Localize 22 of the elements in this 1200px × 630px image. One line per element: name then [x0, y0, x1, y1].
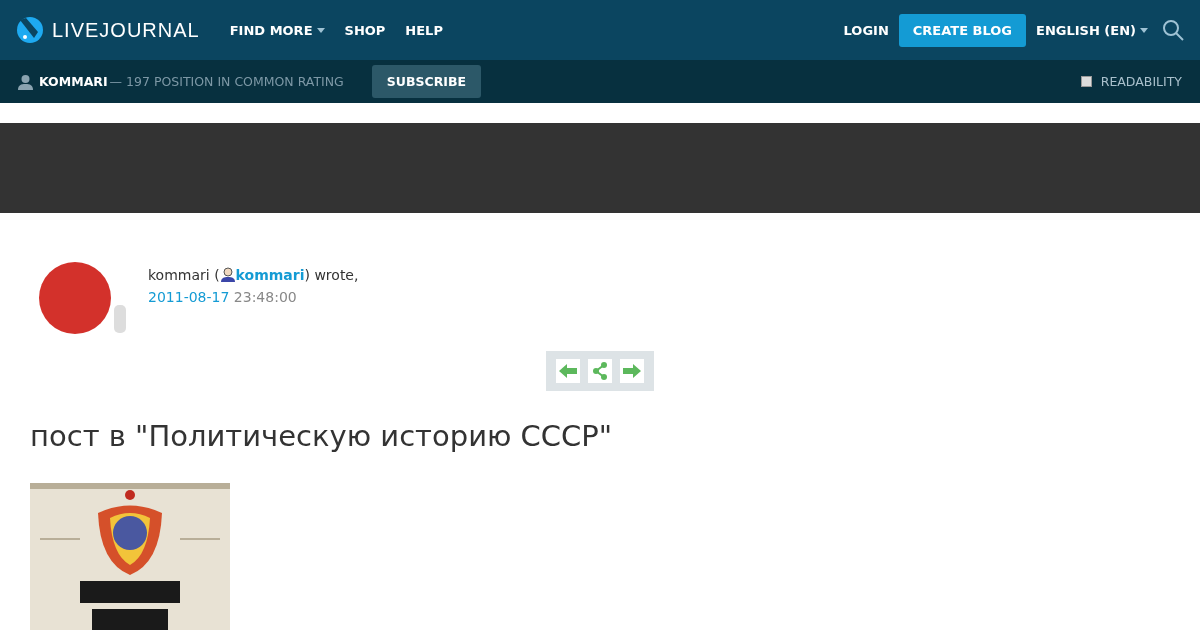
- post-title: пост в "Политическую историю СССР": [30, 419, 614, 453]
- logo-text[interactable]: LIVEJOURNAL: [52, 18, 200, 42]
- search-icon[interactable]: [1162, 19, 1184, 41]
- readability-label[interactable]: READABILITY: [1100, 74, 1182, 89]
- caret-icon: [1140, 27, 1148, 33]
- subscribe-button[interactable]: SUBSCRIBE: [371, 65, 481, 98]
- share-button[interactable]: [588, 359, 612, 383]
- rating-text: — 197 POSITION IN COMMON RATING: [109, 74, 344, 89]
- logo-icon[interactable]: [16, 16, 44, 44]
- next-button[interactable]: [620, 359, 644, 383]
- login-link[interactable]: LOGIN: [843, 22, 889, 38]
- post-author-line: kommari ( kommari) wrote,: [148, 266, 359, 285]
- user-icon: [219, 267, 236, 282]
- readability-checkbox[interactable]: [1080, 76, 1092, 87]
- previous-button[interactable]: [556, 359, 580, 383]
- nav-link[interactable]: HELP: [405, 22, 443, 38]
- user-icon: [18, 73, 33, 90]
- username[interactable]: KOMMARI: [39, 74, 108, 89]
- language-menu[interactable]: ENGLISH (EN): [1036, 22, 1148, 38]
- nav-link[interactable]: FIND MORE: [229, 22, 325, 38]
- post-time: 23:48:00: [232, 289, 297, 305]
- nav-link[interactable]: SHOP: [344, 22, 386, 38]
